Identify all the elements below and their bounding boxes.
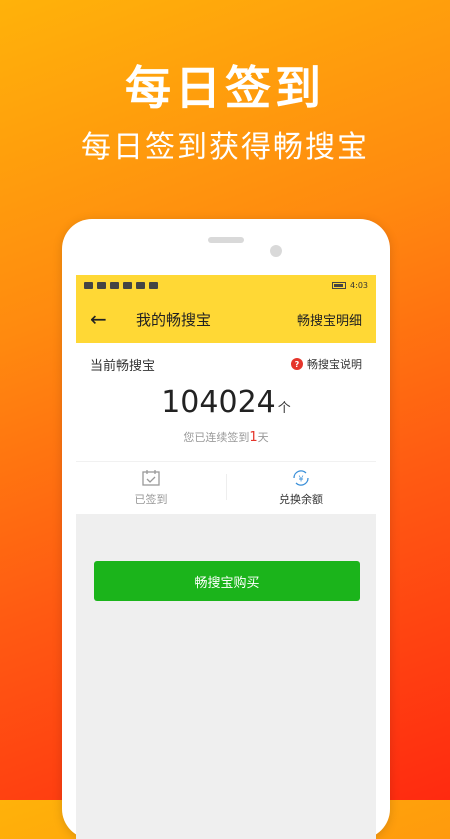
signal-icon [97, 281, 106, 289]
signal-icon [110, 281, 119, 289]
signed-in-label: 已签到 [134, 493, 168, 506]
explain-label: 畅搜宝说明 [307, 358, 362, 371]
status-bar: 4:03 [76, 275, 376, 295]
streak-days: 1 [249, 430, 258, 445]
points-value: 104024 [161, 385, 276, 420]
exchange-balance-button[interactable]: ¥ 兑换余额 [226, 462, 376, 514]
exchange-yen-icon: ¥ [293, 470, 309, 486]
notification-icon [136, 281, 145, 289]
signed-in-button[interactable]: 已签到 [76, 462, 226, 514]
status-time: 4:03 [350, 280, 368, 290]
page-title: 我的畅搜宝 [136, 310, 212, 329]
promo-title: 每日签到 [125, 61, 325, 115]
promo-subtitle: 每日签到获得畅搜宝 [81, 130, 369, 165]
app-bar: ← 我的畅搜宝 畅搜宝明细 [76, 295, 376, 343]
calendar-check-icon [142, 470, 160, 486]
points-card-header: 当前畅搜宝 ? 畅搜宝说明 [76, 343, 376, 375]
action-row: 已签到 ¥ 兑换余额 [76, 462, 376, 514]
explain-link[interactable]: ? 畅搜宝说明 [291, 356, 362, 372]
phone-frame: 4:03 ← 我的畅搜宝 畅搜宝明细 当前畅搜宝 ? 畅搜宝说明 104024 个… [62, 219, 390, 839]
back-arrow-icon[interactable]: ← [90, 307, 116, 331]
question-icon: ? [291, 358, 303, 370]
streak-prefix: 您已连续签到 [183, 431, 250, 444]
status-icons-left [84, 281, 158, 289]
streak-suffix: 天 [257, 431, 269, 444]
points-display: 104024 个 [76, 385, 376, 421]
phone-speaker [208, 237, 244, 243]
phone-camera [270, 245, 282, 257]
signin-streak: 您已连续签到1天 [76, 429, 376, 462]
wifi-icon [123, 281, 132, 289]
current-points-label: 当前畅搜宝 [90, 358, 156, 374]
notification-icon [149, 281, 158, 289]
details-link[interactable]: 畅搜宝明细 [297, 310, 362, 329]
status-icons-right: 4:03 [332, 281, 368, 290]
points-unit: 个 [277, 401, 291, 416]
svg-text:¥: ¥ [298, 475, 303, 484]
points-card: 当前畅搜宝 ? 畅搜宝说明 104024 个 您已连续签到1天 已签到 ¥ 兑换… [76, 343, 376, 514]
app-screen: 4:03 ← 我的畅搜宝 畅搜宝明细 当前畅搜宝 ? 畅搜宝说明 104024 个… [76, 275, 376, 839]
hd-icon [84, 281, 93, 289]
exchange-balance-label: 兑换余额 [279, 493, 323, 506]
buy-points-button[interactable]: 畅搜宝购买 [94, 561, 360, 601]
battery-icon [332, 281, 347, 289]
